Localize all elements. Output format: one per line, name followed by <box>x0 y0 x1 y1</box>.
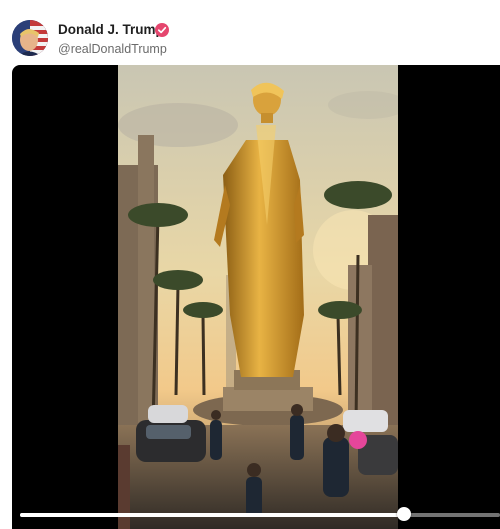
seek-handle[interactable] <box>397 507 411 521</box>
avatar[interactable] <box>12 20 48 56</box>
video-player[interactable] <box>12 65 500 529</box>
display-name[interactable]: Donald J. Trump <box>58 22 164 37</box>
post-header: Donald J. Trump @realDonaldTrump <box>0 0 500 62</box>
seek-bar[interactable] <box>20 513 500 517</box>
video-thumbnail <box>118 65 398 529</box>
verified-badge-icon <box>155 23 169 37</box>
handle[interactable]: @realDonaldTrump <box>58 42 167 56</box>
avatar-image <box>12 20 48 56</box>
seek-bar-progress <box>20 513 404 517</box>
